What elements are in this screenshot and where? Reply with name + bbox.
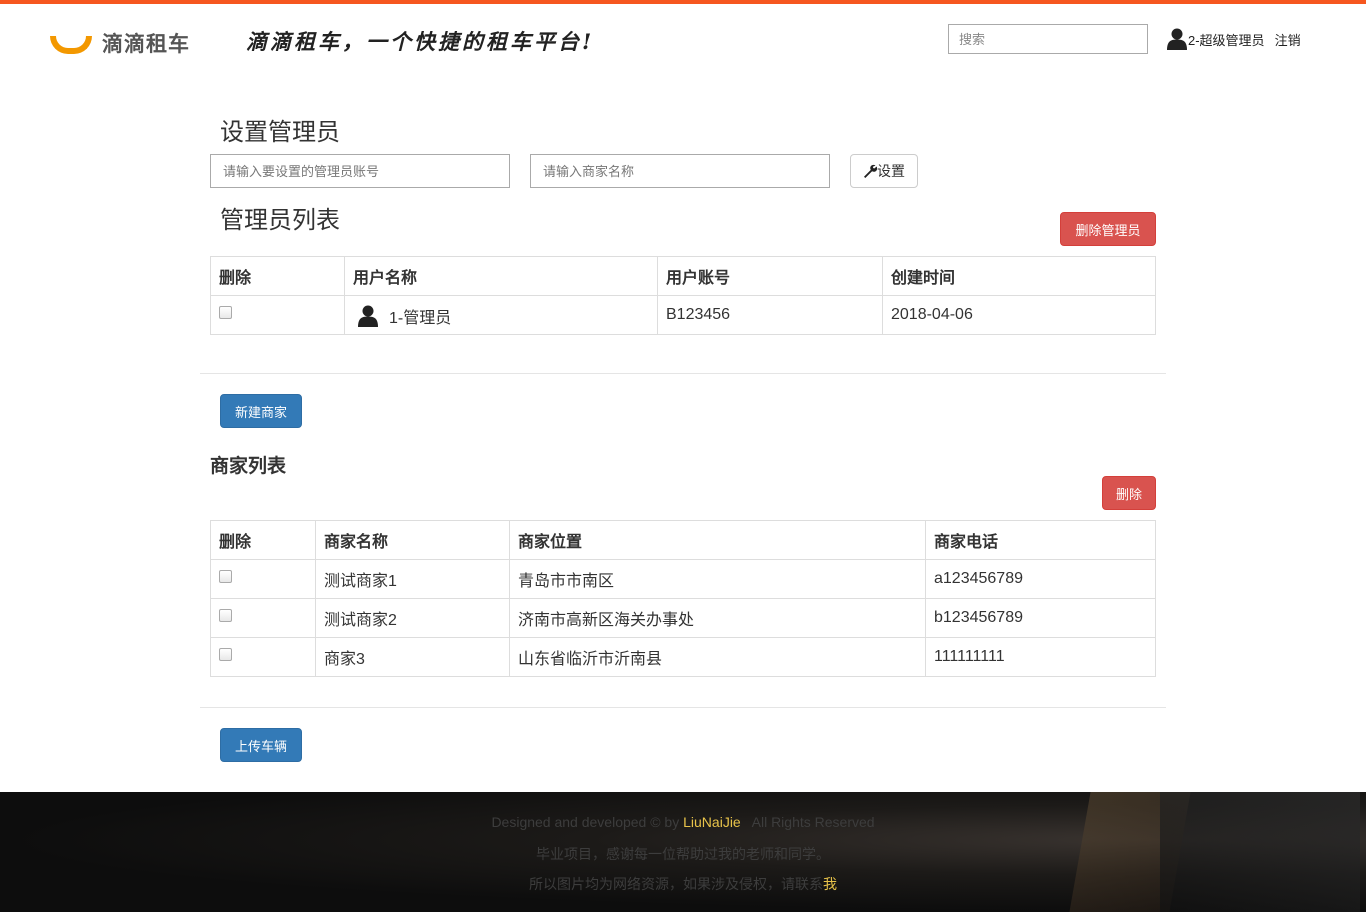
wrench-icon — [864, 164, 877, 178]
user-menu: 2-超级管理员 注销 — [1167, 28, 1301, 50]
row-checkbox[interactable] — [219, 306, 232, 319]
author-link[interactable]: LiuNaiJie — [683, 814, 741, 830]
search-input[interactable] — [948, 24, 1148, 54]
delete-merchant-button[interactable]: 删除 — [1102, 476, 1156, 510]
col-merchant-name: 商家名称 — [315, 520, 510, 560]
user-icon — [358, 305, 378, 327]
didi-logo-icon — [48, 32, 94, 54]
admin-table: 删除 用户名称 用户账号 创建时间 1-管理员 B123456 2018-04-… — [210, 256, 1156, 335]
set-admin-title: 设置管理员 — [220, 119, 340, 146]
divider — [200, 707, 1166, 708]
footer-thanks: 毕业项目，感谢每一位帮助过我的老师和同学。 — [536, 846, 830, 862]
admin-account: B123456 — [657, 295, 883, 335]
merchant-location: 济南市高新区海关办事处 — [509, 598, 926, 638]
merchant-list-title: 商家列表 — [210, 456, 287, 477]
logout-link[interactable]: 注销 — [1275, 30, 1301, 49]
slogan: 滴滴租车，一个快捷的租车平台! — [246, 29, 595, 54]
col-created-time: 创建时间 — [882, 256, 1156, 296]
row-checkbox[interactable] — [219, 570, 232, 583]
merchant-name: 测试商家2 — [315, 598, 510, 638]
col-delete: 删除 — [210, 256, 345, 296]
set-admin-button-label: 设置 — [877, 163, 905, 179]
footer: Designed and developed © by LiuNaiJie Al… — [0, 792, 1366, 912]
merchant-table-header: 删除 商家名称 商家位置 商家电话 — [210, 520, 1156, 560]
merchant-name: 商家3 — [315, 637, 510, 677]
header: 滴滴租车 滴滴租车，一个快捷的租车平台! 2-超级管理员 注销 — [0, 4, 1366, 72]
merchant-table: 删除 商家名称 商家位置 商家电话 测试商家1 青岛市市南区 a12345678… — [210, 520, 1156, 677]
merchant-name: 测试商家1 — [315, 559, 510, 599]
admin-created: 2018-04-06 — [882, 295, 1156, 335]
set-admin-button[interactable]: 设置 — [850, 154, 918, 188]
merchant-location: 山东省临沂市沂南县 — [509, 637, 926, 677]
admin-list-title: 管理员列表 — [220, 207, 340, 234]
table-row: 1-管理员 B123456 2018-04-06 — [210, 295, 1156, 335]
admin-account-input[interactable] — [210, 154, 510, 188]
delete-admin-button[interactable]: 删除管理员 — [1060, 212, 1156, 246]
logo-text: 滴滴租车 — [102, 32, 190, 56]
col-merchant-phone: 商家电话 — [925, 520, 1156, 560]
user-name[interactable]: 2-超级管理员 — [1188, 30, 1265, 49]
row-checkbox[interactable] — [219, 609, 232, 622]
logo[interactable]: 滴滴租车 — [48, 28, 190, 58]
new-merchant-button[interactable]: 新建商家 — [220, 394, 302, 428]
contact-link[interactable]: 我 — [823, 876, 837, 892]
col-delete: 删除 — [210, 520, 316, 560]
merchant-phone: a123456789 — [925, 559, 1156, 599]
table-row: 测试商家2 济南市高新区海关办事处 b123456789 — [210, 598, 1156, 638]
table-row: 测试商家1 青岛市市南区 a123456789 — [210, 559, 1156, 599]
footer-disclaimer: 所以图片均为网络资源，如果涉及侵权，请联系我 — [529, 876, 837, 892]
footer-copyright: Designed and developed © by LiuNaiJie Al… — [491, 814, 875, 830]
admin-name: 1-管理员 — [389, 310, 452, 327]
col-user-account: 用户账号 — [657, 256, 883, 296]
user-icon — [1167, 28, 1187, 50]
row-checkbox[interactable] — [219, 648, 232, 661]
merchant-phone: b123456789 — [925, 598, 1156, 638]
merchant-name-input[interactable] — [530, 154, 830, 188]
col-user-name: 用户名称 — [344, 256, 658, 296]
divider — [200, 373, 1166, 374]
merchant-location: 青岛市市南区 — [509, 559, 926, 599]
table-row: 商家3 山东省临沂市沂南县 111111111 — [210, 637, 1156, 677]
upload-vehicle-button[interactable]: 上传车辆 — [220, 728, 302, 762]
admin-table-header: 删除 用户名称 用户账号 创建时间 — [210, 256, 1156, 296]
col-merchant-location: 商家位置 — [509, 520, 926, 560]
merchant-phone: 111111111 — [925, 637, 1156, 677]
